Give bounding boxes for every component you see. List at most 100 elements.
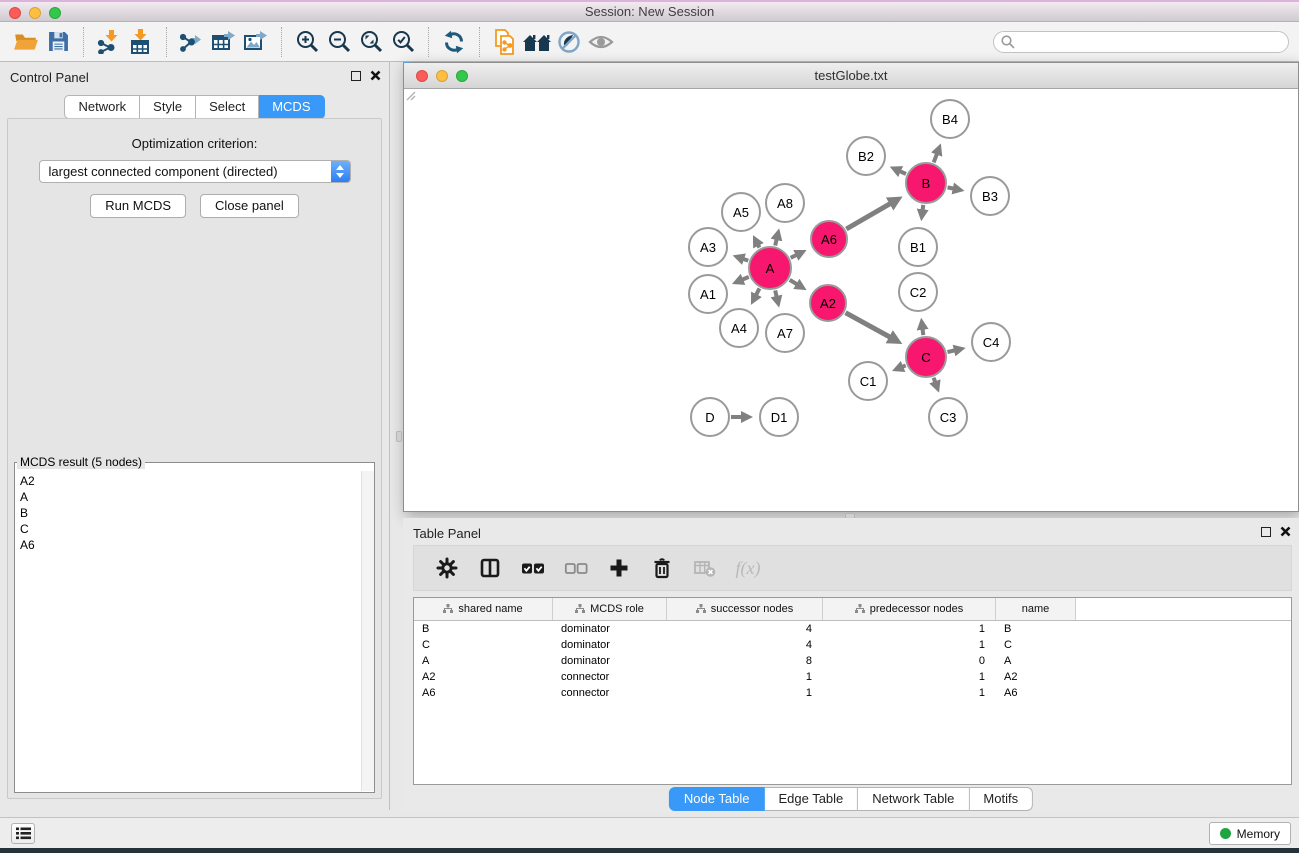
graph-node-C1[interactable]: C1 <box>848 361 888 401</box>
table-row[interactable]: Adominator80A <box>414 653 1291 669</box>
zoom-out-button[interactable] <box>323 26 355 58</box>
task-history-button[interactable] <box>11 823 35 844</box>
edge-C-C2[interactable] <box>922 327 923 335</box>
close-panel-button[interactable]: Close panel <box>200 194 299 218</box>
deselect-all-button[interactable] <box>563 555 589 581</box>
edge-B-B2[interactable] <box>898 171 905 174</box>
edge-C-C3[interactable] <box>934 378 936 384</box>
graph-node-D[interactable]: D <box>690 397 730 437</box>
mcds-result-item[interactable]: A <box>20 489 360 505</box>
apply-layout-button[interactable] <box>438 26 470 58</box>
graph-node-B[interactable]: B <box>905 162 947 204</box>
run-mcds-button[interactable]: Run MCDS <box>90 194 186 218</box>
edge-A-A8[interactable] <box>775 238 777 246</box>
graph-node-B4[interactable]: B4 <box>930 99 970 139</box>
graph-node-A5[interactable]: A5 <box>721 192 761 232</box>
mcds-result-item[interactable]: A2 <box>20 473 360 489</box>
edge-A-A2[interactable] <box>790 280 799 285</box>
graphics-details-button[interactable] <box>553 26 585 58</box>
column-header-name[interactable]: name <box>996 598 1076 620</box>
import-network-button[interactable] <box>93 26 125 58</box>
column-header-shared-name[interactable]: shared name <box>414 598 553 620</box>
net-zoom-button[interactable] <box>456 70 468 82</box>
memory-button[interactable]: Memory <box>1209 822 1291 845</box>
tab-node-table[interactable]: Node Table <box>669 787 765 811</box>
zoom-fit-button[interactable] <box>355 26 387 58</box>
table-row[interactable]: A6connector11A6 <box>414 685 1291 701</box>
zoom-in-button[interactable] <box>291 26 323 58</box>
column-header-MCDS-role[interactable]: MCDS role <box>553 598 667 620</box>
home-button[interactable] <box>521 26 553 58</box>
edge-A-A5[interactable] <box>757 244 759 248</box>
export-image-button[interactable] <box>240 26 272 58</box>
table-row[interactable]: A2connector11A2 <box>414 669 1291 685</box>
float-panel-icon[interactable] <box>351 71 361 81</box>
graph-node-C3[interactable]: C3 <box>928 397 968 437</box>
edge-A-A1[interactable] <box>741 277 749 280</box>
graph-node-A8[interactable]: A8 <box>765 183 805 223</box>
graph-node-A7[interactable]: A7 <box>765 313 805 353</box>
edge-A-A6[interactable] <box>791 254 798 258</box>
graph-node-C[interactable]: C <box>905 336 947 378</box>
edge-A2-C[interactable] <box>846 313 892 339</box>
show-column-button[interactable] <box>477 555 503 581</box>
show-hide-panel-button[interactable] <box>585 26 617 58</box>
graph-node-B3[interactable]: B3 <box>970 176 1010 216</box>
net-close-button[interactable] <box>416 70 428 82</box>
graph-node-A[interactable]: A <box>748 246 792 290</box>
graph-node-A1[interactable]: A1 <box>688 274 728 314</box>
tab-network[interactable]: Network <box>64 95 140 119</box>
table-settings-button[interactable] <box>434 555 460 581</box>
graph-node-C4[interactable]: C4 <box>971 322 1011 362</box>
table-row[interactable]: Cdominator41C <box>414 637 1291 653</box>
table-row[interactable]: Bdominator41B <box>414 621 1291 637</box>
edge-C-C1[interactable] <box>901 365 906 367</box>
graph-node-A2[interactable]: A2 <box>809 284 847 322</box>
edge-A-A3[interactable] <box>742 258 748 260</box>
delete-table-button[interactable] <box>692 555 718 581</box>
open-session-button[interactable] <box>10 26 42 58</box>
v-scroll-handle[interactable] <box>396 431 402 442</box>
copy-network-button[interactable] <box>489 26 521 58</box>
graph-node-D1[interactable]: D1 <box>759 397 799 437</box>
graph-node-C2[interactable]: C2 <box>898 272 938 312</box>
tab-motifs[interactable]: Motifs <box>969 787 1033 811</box>
zoom-selected-button[interactable] <box>387 26 419 58</box>
mcds-result-item[interactable]: B <box>20 505 360 521</box>
tab-select[interactable]: Select <box>196 95 259 119</box>
save-session-button[interactable] <box>42 26 74 58</box>
import-table-button[interactable] <box>125 26 157 58</box>
tab-mcds[interactable]: MCDS <box>259 95 324 119</box>
edge-B-B3[interactable] <box>948 187 956 189</box>
edge-C-C4[interactable] <box>947 350 956 352</box>
close-table-panel-icon[interactable] <box>1280 526 1291 537</box>
tab-network-table[interactable]: Network Table <box>858 787 969 811</box>
net-minimize-button[interactable] <box>436 70 448 82</box>
close-panel-icon[interactable] <box>370 70 381 81</box>
select-all-button[interactable] <box>520 555 546 581</box>
optimization-select[interactable]: largest connected component (directed) <box>39 160 351 183</box>
tab-style[interactable]: Style <box>140 95 196 119</box>
export-table-button[interactable] <box>208 26 240 58</box>
mcds-result-item[interactable]: C <box>20 521 360 537</box>
column-header-predecessor-nodes[interactable]: predecessor nodes <box>823 598 996 620</box>
resize-grip-icon[interactable] <box>404 89 416 101</box>
graph-node-A6[interactable]: A6 <box>810 220 848 258</box>
search-input[interactable] <box>993 31 1289 53</box>
graph-node-B2[interactable]: B2 <box>846 136 886 176</box>
export-network-button[interactable] <box>176 26 208 58</box>
create-column-button[interactable] <box>606 555 632 581</box>
graph-node-A4[interactable]: A4 <box>719 308 759 348</box>
edge-B-B4[interactable] <box>934 152 938 162</box>
zoom-window-button[interactable] <box>49 7 61 19</box>
function-builder-button[interactable]: f(x) <box>735 555 761 581</box>
close-window-button[interactable] <box>9 7 21 19</box>
delete-column-button[interactable] <box>649 555 675 581</box>
column-header-successor-nodes[interactable]: successor nodes <box>667 598 823 620</box>
edge-B-B1[interactable] <box>922 205 923 212</box>
edge-A-A4[interactable] <box>755 288 759 296</box>
edge-A-A7[interactable] <box>775 290 777 298</box>
result-scrollbar[interactable] <box>361 471 374 791</box>
tab-edge-table[interactable]: Edge Table <box>764 787 858 811</box>
graph-node-B1[interactable]: B1 <box>898 227 938 267</box>
